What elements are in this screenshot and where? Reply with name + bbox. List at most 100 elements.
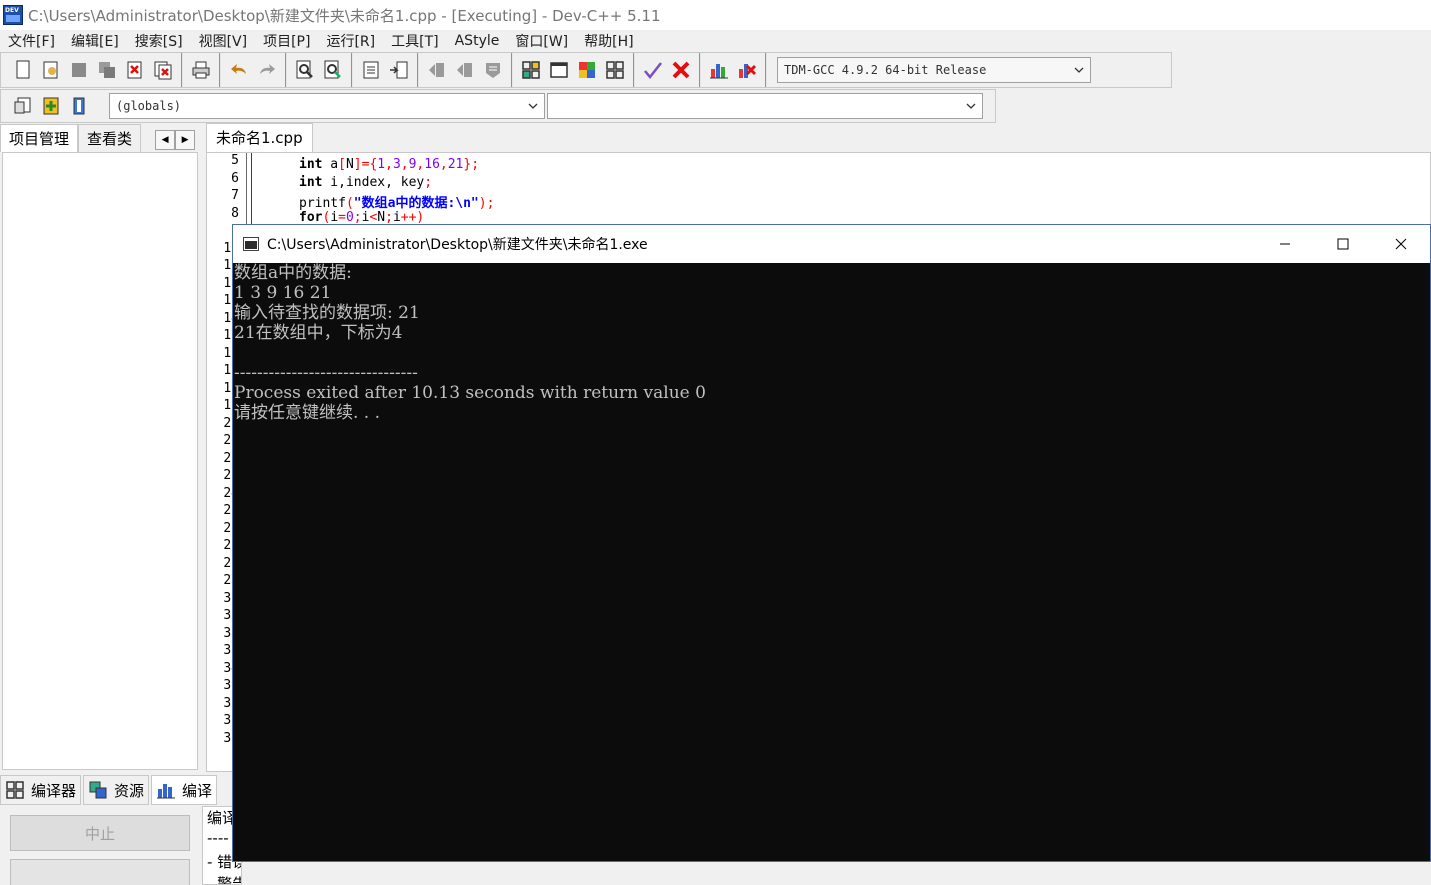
tab-scroll-left-button[interactable]: ◀ — [155, 130, 176, 150]
remove-from-project-button[interactable] — [66, 93, 92, 119]
goto-function-button[interactable] — [386, 57, 412, 83]
syntax-check-button[interactable] — [640, 57, 666, 83]
add-to-project-button[interactable] — [38, 93, 64, 119]
menu-file[interactable]: 文件[F] — [0, 31, 63, 51]
console-icon — [243, 237, 259, 251]
color-layout-button[interactable] — [574, 57, 600, 83]
tab-project-manager[interactable]: 项目管理 — [0, 124, 79, 152]
layout-grid-button[interactable] — [518, 57, 544, 83]
comment-icon — [486, 63, 500, 78]
menu-window[interactable]: 窗口[W] — [507, 31, 576, 51]
goto-line-button[interactable] — [358, 57, 384, 83]
open-button[interactable] — [38, 57, 64, 83]
grid-icon — [6, 781, 24, 799]
fullscreen-button[interactable] — [546, 57, 572, 83]
window-icon — [550, 62, 568, 78]
tab-scroll-right-button[interactable]: ▶ — [175, 130, 196, 150]
console-output: 数组a中的数据: 1 3 9 16 21 输入待查找的数据项: 21 21在数组… — [233, 263, 1430, 423]
close-file-icon — [127, 61, 142, 79]
replace-icon — [324, 60, 341, 79]
console-window[interactable]: C:\Users\Administrator\Desktop\新建文件夹\未命名… — [232, 224, 1431, 862]
chevron-down-icon — [966, 103, 976, 109]
red-x-icon — [672, 61, 690, 79]
stop-compile-button[interactable]: 中止 — [10, 815, 190, 851]
log-line: - 警告: 0 — [207, 875, 241, 885]
replace-button[interactable] — [320, 57, 346, 83]
console-title-bar[interactable]: C:\Users\Administrator\Desktop\新建文件夹\未命名… — [233, 225, 1430, 263]
project-icon — [14, 97, 31, 114]
editor-tab-file[interactable]: 未命名1.cpp — [206, 123, 313, 152]
line-number: 7 — [231, 188, 239, 203]
profile-button[interactable] — [706, 57, 732, 83]
menu-edit[interactable]: 编辑[E] — [63, 31, 127, 51]
console-line: 1 3 9 16 21 — [234, 283, 332, 303]
compiler-select[interactable]: TDM-GCC 4.9.2 64-bit Release — [777, 57, 1091, 83]
redo-icon — [260, 64, 275, 74]
code-line: printf("数组a中的数据:\n"); — [299, 196, 495, 211]
tile-icon — [606, 61, 624, 79]
scope-select-value: (globals) — [116, 99, 182, 113]
class-toolbar: (globals) — [0, 89, 996, 123]
save-all-button[interactable] — [94, 57, 120, 83]
chevron-down-icon — [528, 103, 538, 109]
tab-compiler[interactable]: 编译器 — [0, 775, 82, 805]
redo-button[interactable] — [254, 57, 280, 83]
maximize-button[interactable] — [1314, 225, 1372, 263]
indent-right-button[interactable] — [452, 57, 478, 83]
tile-button[interactable] — [602, 57, 628, 83]
indent-left-icon — [429, 63, 444, 77]
line-number: 8 — [231, 205, 239, 221]
close-file-button[interactable] — [122, 57, 148, 83]
tab-compile-log[interactable]: 编译 — [151, 775, 218, 805]
line-number: 5 — [231, 153, 239, 168]
delete-profile-button[interactable] — [734, 57, 760, 83]
tab-resources[interactable]: 资源 — [83, 775, 150, 805]
grid-icon — [522, 61, 540, 79]
function-select[interactable] — [547, 93, 983, 119]
minimize-icon — [1280, 243, 1290, 245]
project-pane: 项目管理 查看类 ◀ ▶ — [0, 124, 202, 770]
close-button[interactable] — [1372, 225, 1430, 263]
save-button[interactable] — [66, 57, 92, 83]
resources-icon — [89, 781, 107, 799]
menu-run[interactable]: 运行[R] — [318, 31, 383, 51]
code-line: int a[N]={1,3,9,16,21}; — [299, 157, 480, 172]
menu-help[interactable]: 帮助[H] — [576, 31, 641, 51]
add-icon — [43, 97, 59, 115]
goto-line-icon — [363, 61, 379, 79]
menu-view[interactable]: 视图[V] — [191, 31, 256, 51]
menu-tools[interactable]: 工具[T] — [383, 31, 446, 51]
print-icon — [192, 61, 210, 79]
scope-select[interactable]: (globals) — [109, 93, 545, 119]
close-all-button[interactable] — [150, 57, 176, 83]
toggle-comment-button[interactable] — [480, 57, 506, 83]
menu-astyle[interactable]: AStyle — [447, 33, 508, 49]
minimize-button[interactable] — [1256, 225, 1314, 263]
stop-execution-button[interactable] — [668, 57, 694, 83]
maximize-icon — [1337, 238, 1349, 250]
print-button[interactable] — [188, 57, 214, 83]
project-tree[interactable] — [2, 152, 198, 770]
indent-left-button[interactable] — [424, 57, 450, 83]
find-icon — [296, 60, 313, 79]
console-title: C:\Users\Administrator\Desktop\新建文件夹\未命名… — [267, 237, 648, 253]
tab-class-browser[interactable]: 查看类 — [78, 124, 142, 152]
code-area[interactable]: int a[N]={1,3,9,16,21}; int i,index, key… — [299, 157, 494, 227]
menu-search[interactable]: 搜索[S] — [127, 31, 191, 51]
secondary-button[interactable] — [10, 859, 190, 885]
window-title: C:\Users\Administrator\Desktop\新建文件夹\未命名… — [28, 6, 661, 25]
compiler-select-value: TDM-GCC 4.9.2 64-bit Release — [784, 63, 987, 77]
main-title-bar: C:\Users\Administrator\Desktop\新建文件夹\未命名… — [0, 0, 1431, 30]
console-line: 21在数组中，下标为4 — [234, 323, 403, 343]
console-line: 请按任意键继续. . . — [234, 403, 381, 423]
new-file-button[interactable] — [10, 57, 36, 83]
devcpp-app-icon — [3, 5, 23, 25]
console-line: 数组a中的数据: — [234, 263, 352, 283]
close-icon — [1395, 238, 1407, 250]
menu-project[interactable]: 项目[P] — [255, 31, 318, 51]
new-project-button[interactable] — [10, 93, 36, 119]
find-button[interactable] — [292, 57, 318, 83]
bookmark-icon — [73, 97, 85, 115]
undo-button[interactable] — [226, 57, 252, 83]
